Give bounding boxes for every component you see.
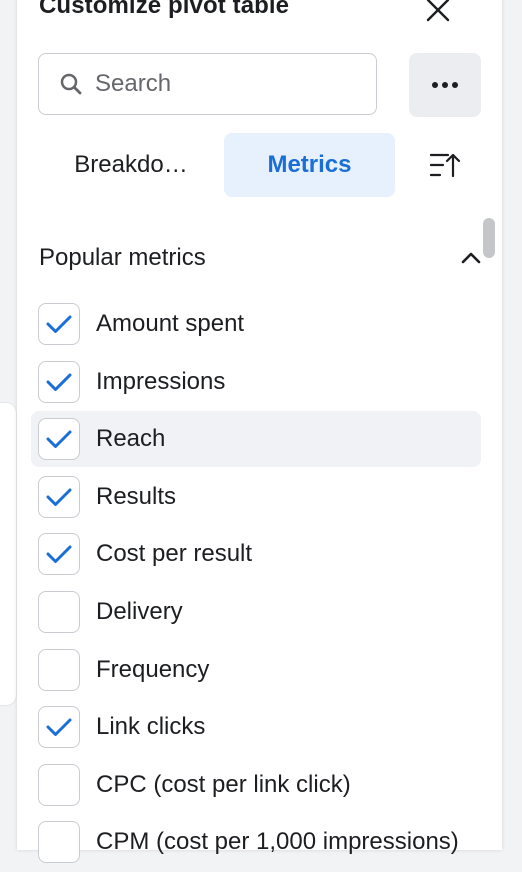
sort-icon: [430, 153, 460, 178]
search-field[interactable]: [38, 53, 377, 115]
check-icon: [46, 545, 72, 564]
search-icon: [59, 72, 83, 96]
metric-checkbox[interactable]: [38, 360, 80, 403]
metrics-list: Amount spent Impressions Reach Results Cost …: [31, 296, 481, 872]
check-icon: [46, 373, 72, 391]
scrollbar-thumb[interactable]: [483, 218, 495, 258]
popular-metrics-section-header[interactable]: Popular metrics: [39, 240, 481, 276]
metric-row[interactable]: Frequency: [31, 642, 481, 698]
metric-label: Impressions: [96, 367, 226, 395]
more-horizontal-icon: [432, 82, 458, 88]
close-button[interactable]: [418, 0, 458, 30]
metric-row[interactable]: Reach: [31, 411, 481, 468]
metric-row[interactable]: Results: [31, 469, 481, 525]
metric-row[interactable]: Cost per result: [31, 526, 481, 582]
metric-label: CPM (cost per 1,000 impressions): [96, 828, 459, 856]
metric-label: Frequency: [96, 655, 210, 683]
metric-label: Results: [96, 482, 177, 510]
metric-row[interactable]: Impressions: [31, 354, 481, 410]
metric-row[interactable]: Delivery: [31, 584, 481, 640]
panel-title: Customize pivot table: [39, 0, 290, 19]
metric-row[interactable]: CPM (cost per 1,000 impressions): [31, 814, 481, 870]
check-icon: [46, 488, 72, 506]
background-card: [0, 403, 16, 705]
metric-checkbox[interactable]: [38, 303, 80, 345]
metric-label: CPC (cost per link click): [96, 770, 351, 798]
check-icon: [46, 718, 72, 737]
tab-breakdowns[interactable]: Breakdo…: [39, 133, 223, 197]
sort-button[interactable]: [421, 143, 469, 187]
metric-checkbox[interactable]: [38, 763, 80, 806]
metric-label: Link clicks: [96, 713, 206, 741]
metric-row[interactable]: CPC (cost per link click): [31, 757, 481, 813]
metric-label: Delivery: [96, 597, 183, 625]
metric-checkbox[interactable]: [38, 590, 80, 633]
chevron-up-icon: [461, 252, 481, 264]
metric-checkbox[interactable]: [38, 533, 80, 576]
search-input[interactable]: [95, 70, 355, 98]
metric-checkbox[interactable]: [38, 418, 80, 461]
customize-pivot-table-panel: Customize pivot table Breakdo… Metrics: [17, 0, 502, 864]
metric-checkbox[interactable]: [38, 475, 80, 518]
metric-row[interactable]: Link clicks: [31, 699, 481, 755]
more-options-button[interactable]: [409, 53, 481, 117]
metric-label: Cost per result: [96, 540, 253, 568]
section-title: Popular metrics: [39, 244, 206, 271]
metric-checkbox[interactable]: [38, 648, 80, 691]
metric-row[interactable]: Amount spent: [31, 296, 481, 352]
tab-metrics[interactable]: Metrics: [224, 133, 395, 197]
close-icon: [426, 0, 450, 22]
metric-label: Amount spent: [96, 310, 245, 337]
check-icon: [46, 430, 72, 449]
metric-label: Reach: [96, 425, 166, 453]
check-icon: [46, 315, 72, 333]
metric-checkbox[interactable]: [38, 821, 80, 864]
metric-checkbox[interactable]: [38, 706, 80, 749]
